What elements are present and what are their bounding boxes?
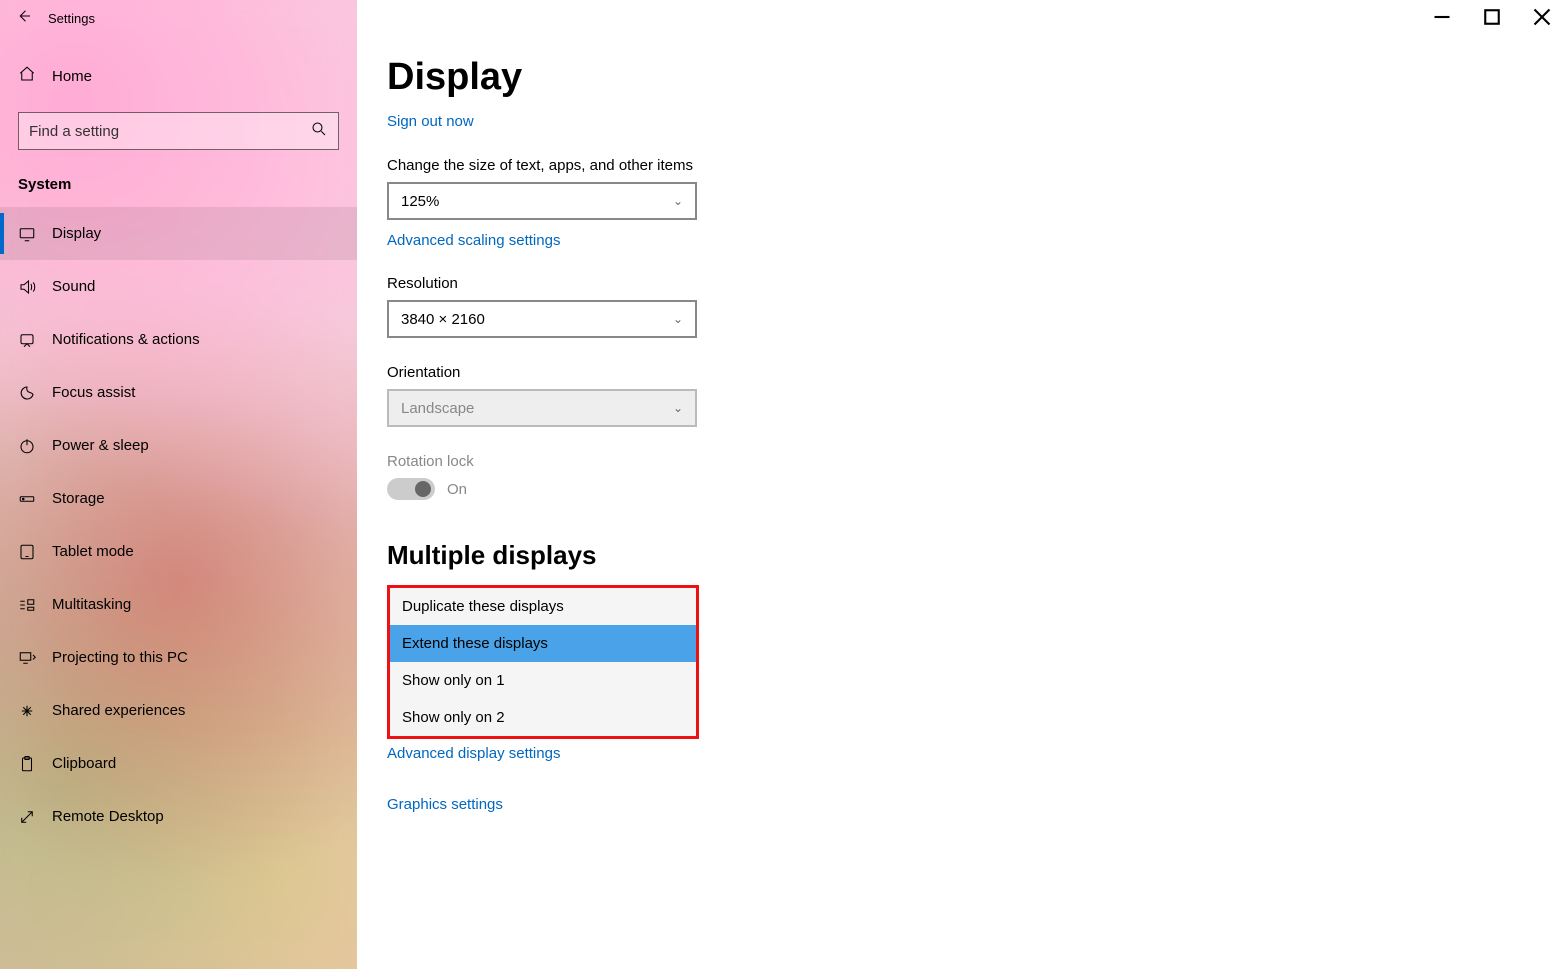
- sidebar-item-label: Power & sleep: [52, 437, 149, 454]
- sound-icon: [18, 278, 52, 296]
- app-title: Settings: [48, 11, 95, 26]
- rotation-label: Rotation lock: [387, 453, 1567, 470]
- multi-option-extend[interactable]: Extend these displays: [390, 625, 696, 662]
- search-box[interactable]: [18, 112, 339, 150]
- scale-label: Change the size of text, apps, and other…: [387, 157, 1567, 174]
- resolution-combo[interactable]: 3840 × 2160 ⌄: [387, 300, 697, 338]
- sidebar-item-label: Remote Desktop: [52, 808, 164, 825]
- sidebar-item-focus-assist[interactable]: Focus assist: [0, 366, 357, 419]
- sidebar-item-projecting[interactable]: Projecting to this PC: [0, 631, 357, 684]
- multi-option-duplicate[interactable]: Duplicate these displays: [390, 588, 696, 625]
- sidebar-item-clipboard[interactable]: Clipboard: [0, 737, 357, 790]
- titlebar: Settings: [0, 0, 357, 36]
- home-button[interactable]: Home: [0, 54, 357, 98]
- shared-icon: [18, 702, 52, 720]
- chevron-down-icon: ⌄: [673, 312, 683, 326]
- orientation-value: Landscape: [401, 400, 474, 417]
- projecting-icon: [18, 649, 52, 667]
- home-label: Home: [52, 68, 92, 85]
- resolution-label: Resolution: [387, 275, 1567, 292]
- minimize-icon: [1433, 8, 1451, 26]
- multiple-displays-dropdown[interactable]: Duplicate these displays Extend these di…: [387, 585, 699, 739]
- graphics-settings-link[interactable]: Graphics settings: [387, 796, 1567, 813]
- sidebar-item-tablet[interactable]: Tablet mode: [0, 525, 357, 578]
- search-input[interactable]: [29, 123, 310, 140]
- search-icon: [310, 120, 328, 143]
- tablet-icon: [18, 543, 52, 561]
- page-title: Display: [387, 56, 1567, 99]
- sidebar-item-label: Projecting to this PC: [52, 649, 188, 666]
- sidebar-item-label: Notifications & actions: [52, 331, 200, 348]
- multi-option-only-2[interactable]: Show only on 2: [390, 699, 696, 736]
- scale-combo[interactable]: 125% ⌄: [387, 182, 697, 220]
- scale-value: 125%: [401, 193, 439, 210]
- multitasking-icon: [18, 596, 52, 614]
- sidebar-item-label: Clipboard: [52, 755, 116, 772]
- close-button[interactable]: [1517, 0, 1567, 34]
- clipboard-icon: [18, 755, 52, 773]
- display-icon: [18, 225, 52, 243]
- back-button[interactable]: [0, 7, 48, 30]
- rotation-lock-toggle: [387, 478, 435, 500]
- sidebar-item-sound[interactable]: Sound: [0, 260, 357, 313]
- power-icon: [18, 437, 52, 455]
- notifications-icon: [18, 331, 52, 349]
- sidebar-item-shared[interactable]: Shared experiences: [0, 684, 357, 737]
- maximize-icon: [1483, 8, 1501, 26]
- chevron-down-icon: ⌄: [673, 194, 683, 208]
- main-panel: Display Sign out now Change the size of …: [357, 0, 1567, 969]
- home-icon: [18, 65, 52, 88]
- minimize-button[interactable]: [1417, 0, 1467, 34]
- remote-icon: [18, 808, 52, 826]
- multiple-displays-heading: Multiple displays: [387, 540, 1567, 571]
- rotation-state: On: [447, 481, 467, 498]
- sidebar-item-label: Tablet mode: [52, 543, 134, 560]
- sidebar-item-label: Sound: [52, 278, 95, 295]
- focus-assist-icon: [18, 384, 52, 402]
- sidebar-item-display[interactable]: Display: [0, 207, 357, 260]
- advanced-display-link[interactable]: Advanced display settings: [387, 745, 1567, 762]
- close-icon: [1533, 8, 1551, 26]
- sidebar-item-storage[interactable]: Storage: [0, 472, 357, 525]
- sidebar-item-label: Display: [52, 225, 101, 242]
- storage-icon: [18, 490, 52, 508]
- maximize-button[interactable]: [1467, 0, 1517, 34]
- sidebar: Settings Home System Display Sound Notif…: [0, 0, 357, 969]
- sidebar-item-label: Focus assist: [52, 384, 135, 401]
- section-label: System: [18, 176, 357, 193]
- resolution-value: 3840 × 2160: [401, 311, 485, 328]
- sidebar-item-label: Storage: [52, 490, 105, 507]
- window-controls: [1417, 0, 1567, 34]
- sidebar-item-label: Shared experiences: [52, 702, 185, 719]
- orientation-combo: Landscape ⌄: [387, 389, 697, 427]
- sign-out-link[interactable]: Sign out now: [387, 113, 474, 130]
- sidebar-item-remote[interactable]: Remote Desktop: [0, 790, 357, 843]
- arrow-left-icon: [15, 7, 33, 25]
- sidebar-item-power[interactable]: Power & sleep: [0, 419, 357, 472]
- advanced-scaling-link[interactable]: Advanced scaling settings: [387, 232, 1567, 249]
- orientation-label: Orientation: [387, 364, 1567, 381]
- sidebar-item-notifications[interactable]: Notifications & actions: [0, 313, 357, 366]
- sidebar-item-multitasking[interactable]: Multitasking: [0, 578, 357, 631]
- sidebar-item-label: Multitasking: [52, 596, 131, 613]
- multi-option-only-1[interactable]: Show only on 1: [390, 662, 696, 699]
- chevron-down-icon: ⌄: [673, 401, 683, 415]
